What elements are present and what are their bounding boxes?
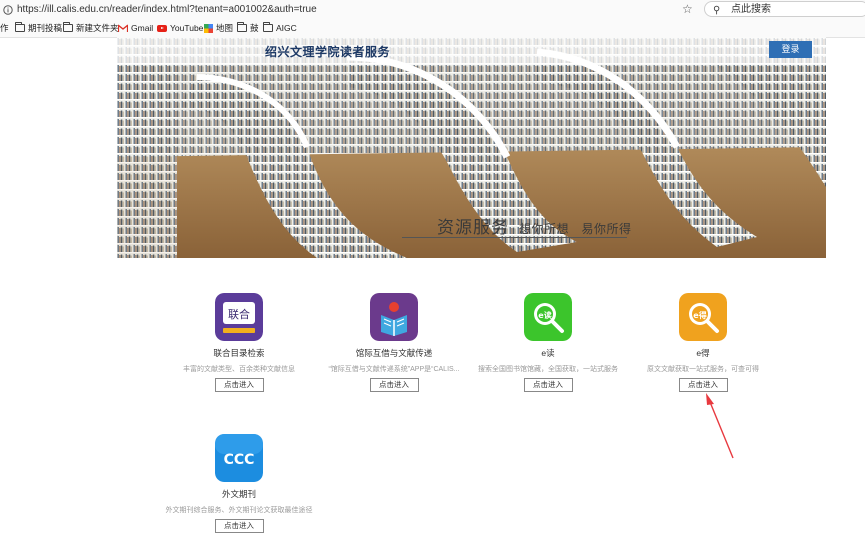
e-get-icon[interactable]: e得 — [679, 293, 727, 341]
bookmark-folder-journal[interactable]: 期刊投稿 — [15, 22, 62, 34]
e-read-icon[interactable]: e读 — [524, 293, 572, 341]
ccc-icon[interactable]: CCC — [215, 434, 263, 482]
svg-text:CCC: CCC — [224, 452, 255, 468]
service-description: 搜索全国图书馆馆藏，全国获取，一站式服务 — [478, 366, 618, 373]
service-description: 丰富的文献类型、百余类种文献信息 — [183, 366, 295, 373]
slogan-divider — [402, 237, 627, 238]
banner-slogan: 资源服务 想你所想 易你所得 — [437, 213, 632, 238]
bookmark-label: 期刊投稿 — [28, 23, 63, 33]
service-card-ill[interactable]: 馆际互借与文献传递 “馆际互借与文献传递系统”APP是“CALIS... 点击进… — [319, 293, 469, 392]
search-placeholder: 点此搜索 — [731, 4, 771, 15]
bookmark-label: Gmail — [131, 23, 154, 33]
union-catalog-icon[interactable]: 联合 — [215, 293, 263, 341]
enter-button[interactable]: 点击进入 — [214, 378, 264, 392]
folder-icon — [263, 22, 273, 32]
hero-banner: 绍兴文理学院读者服务 登录 资源服务 想你所想 易你所得 — [117, 37, 826, 258]
service-name: 外文期刊 — [221, 489, 256, 499]
service-name: e读 — [541, 348, 555, 358]
site-info-icon[interactable] — [3, 5, 13, 15]
slogan-sub: 想你所想 易你所得 — [519, 222, 632, 236]
service-description: “馆际互借与文献传递系统”APP是“CALIS... — [328, 366, 460, 373]
bookmark-youtube[interactable]: YouTube — [157, 22, 203, 34]
bookmark-folder-new[interactable]: 新建文件夹 — [63, 22, 119, 34]
bookmark-item[interactable]: 作 — [0, 22, 9, 34]
service-card-foreign-journals[interactable]: CCC 外文期刊 外文期刊综合服务、外文期刊论文获取最佳途径 点击进入 — [164, 434, 314, 533]
enter-button[interactable]: 点击进入 — [214, 519, 264, 533]
service-name: e得 — [696, 348, 710, 358]
bookmark-label: YouTube — [170, 23, 204, 33]
service-card-e-read[interactable]: e读 e读 搜索全国图书馆馆藏，全国获取，一站式服务 点击进入 — [473, 293, 623, 392]
bookmark-gmail[interactable]: Gmail — [118, 22, 153, 34]
search-icon: ⚲ — [713, 5, 721, 16]
folder-icon — [237, 22, 247, 32]
folder-icon — [63, 22, 73, 32]
bookmark-label: 作 — [0, 23, 9, 33]
youtube-icon — [157, 24, 167, 32]
service-name: 联合目录检索 — [213, 348, 265, 358]
bookmark-label: AIGC — [276, 23, 297, 33]
bookmark-folder-aigc[interactable]: AIGC — [263, 22, 297, 34]
login-button[interactable]: 登录 — [769, 41, 812, 58]
enter-button[interactable]: 点击进入 — [678, 378, 728, 392]
svg-text:联合: 联合 — [228, 307, 250, 321]
enter-button[interactable]: 点击进入 — [369, 378, 419, 392]
bookmarks-bar: 作 期刊投稿 新建文件夹 Gmail YouTube 地图 鼓 AIGC — [0, 19, 865, 38]
bookmark-folder-drum[interactable]: 鼓 — [237, 22, 259, 34]
svg-text:e读: e读 — [538, 310, 551, 320]
maps-icon — [204, 23, 213, 33]
browser-address-bar: https://ill.calis.edu.cn/reader/index.ht… — [0, 0, 865, 19]
bookmark-label: 新建文件夹 — [76, 23, 119, 33]
bookmark-label: 鼓 — [250, 23, 259, 33]
browser-search-box[interactable]: ⚲ 点此搜索 — [704, 1, 865, 17]
bookmark-star-icon[interactable]: ☆ — [682, 3, 694, 15]
url-field[interactable]: https://ill.calis.edu.cn/reader/index.ht… — [0, 3, 680, 17]
site-title: 绍兴文理学院读者服务 — [265, 45, 391, 59]
slogan-main: 资源服务 — [437, 218, 509, 237]
service-card-union-catalog[interactable]: 联合 联合目录检索 丰富的文献类型、百余类种文献信息 点击进入 — [164, 293, 314, 392]
interlibrary-loan-icon[interactable] — [370, 293, 418, 341]
service-description: 外文期刊综合服务、外文期刊论文获取最佳途径 — [165, 507, 313, 514]
service-card-e-get[interactable]: e得 e得 原文文献获取一站式服务，可查可得 点击进入 — [628, 293, 778, 392]
url-text: https://ill.calis.edu.cn/reader/index.ht… — [17, 4, 317, 15]
service-description: 原文文献获取一站式服务，可查可得 — [647, 366, 759, 373]
bookmark-label: 地图 — [216, 23, 234, 33]
enter-button[interactable]: 点击进入 — [523, 378, 573, 392]
bookmark-maps[interactable]: 地图 — [204, 22, 233, 34]
svg-text:e得: e得 — [693, 310, 706, 320]
folder-icon — [15, 22, 25, 32]
service-name: 馆际互借与文献传递 — [355, 348, 433, 358]
gmail-icon — [118, 24, 128, 32]
